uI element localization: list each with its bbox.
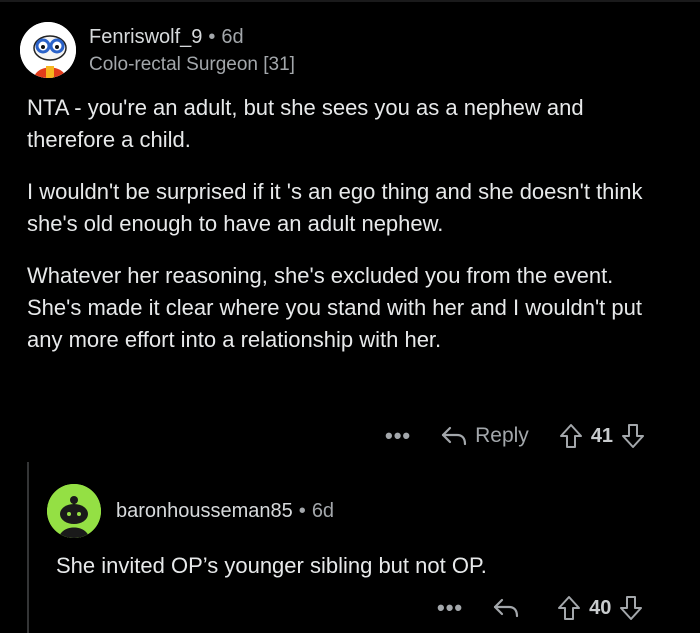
reply-avatar[interactable] (47, 484, 101, 538)
comment-actions: ••• Reply 41 (385, 420, 645, 452)
username[interactable]: Fenriswolf_9 (89, 26, 202, 48)
vote-score: 40 (589, 596, 612, 619)
comment-age: 6d (221, 26, 244, 48)
reply-actions: ••• 40 (437, 592, 643, 624)
comment-paragraph: Whatever her reasoning, she's excluded y… (27, 263, 642, 352)
more-icon[interactable]: ••• (437, 595, 463, 621)
meta-separator: • (298, 500, 306, 522)
more-icon[interactable]: ••• (385, 423, 411, 449)
snoo-avatar-icon (20, 22, 76, 78)
meta-separator: • (208, 26, 216, 48)
comment-meta: Fenriswolf_9 • 6d (89, 26, 244, 49)
thread-line[interactable] (27, 462, 29, 633)
vote-controls: 41 (559, 423, 645, 449)
comment-paragraph: I wouldn't be surprised if it 's an ego … (27, 179, 643, 236)
top-divider (0, 0, 700, 2)
upvote-icon[interactable] (557, 595, 581, 621)
upvote-icon[interactable] (559, 423, 583, 449)
downvote-icon[interactable] (619, 595, 643, 621)
reply-button[interactable]: Reply (441, 424, 529, 448)
reply-body: She invited OP’s younger sibling but not… (56, 553, 487, 578)
reply-label: Reply (475, 424, 529, 447)
downvote-icon[interactable] (621, 423, 645, 449)
user-flair: Colo-rectal Surgeon [31] (89, 54, 295, 75)
vote-controls: 40 (557, 595, 643, 621)
vote-score: 41 (590, 424, 614, 447)
avatar[interactable] (20, 22, 76, 78)
comment-paragraph: NTA - you're an adult, but she sees you … (27, 95, 584, 152)
reply-arrow-icon (442, 426, 467, 446)
reply-arrow-icon (494, 598, 519, 618)
snoo-avatar-icon (47, 484, 101, 538)
reply-username[interactable]: baronhousseman85 (116, 500, 293, 522)
comment-body: NTA - you're an adult, but she sees you … (27, 92, 667, 376)
reply-age: 6d (311, 500, 335, 522)
reply-meta: baronhousseman85 • 6d (116, 500, 334, 523)
reply-button[interactable] (493, 597, 519, 619)
